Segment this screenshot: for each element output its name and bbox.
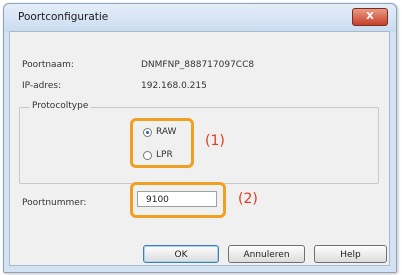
protocol-type-group — [19, 107, 379, 184]
close-button[interactable]: X — [352, 8, 388, 26]
callout-two: (2) — [238, 191, 258, 207]
radio-lpr[interactable]: LPR — [143, 150, 173, 160]
ok-button[interactable]: OK — [143, 245, 219, 263]
radio-lpr-label: LPR — [156, 150, 173, 160]
port-number-input[interactable]: 9100 — [137, 191, 217, 207]
ip-address-value: 192.168.0.215 — [141, 81, 207, 91]
cancel-button[interactable]: Annuleren — [228, 245, 305, 263]
port-name-label: Poortnaam: — [22, 60, 74, 70]
title-bar: Poortconfiguratie X — [4, 4, 396, 32]
port-name-value: DNMFNP_888717097CC8 — [141, 60, 255, 70]
protocol-type-legend: Protocoltype — [30, 101, 91, 111]
radio-lpr-button[interactable] — [143, 150, 152, 160]
radio-raw[interactable]: RAW — [143, 127, 176, 137]
radio-raw-label: RAW — [156, 127, 177, 137]
ip-address-label: IP-adres: — [22, 81, 62, 91]
protocol-highlight — [130, 118, 194, 168]
help-button[interactable]: Help — [314, 245, 387, 263]
port-number-label: Poortnummer: — [22, 198, 87, 208]
dialog-title: Poortconfiguratie — [18, 11, 109, 23]
callout-one: (1) — [205, 133, 225, 149]
radio-raw-button[interactable] — [143, 127, 152, 137]
close-icon: X — [366, 11, 374, 22]
